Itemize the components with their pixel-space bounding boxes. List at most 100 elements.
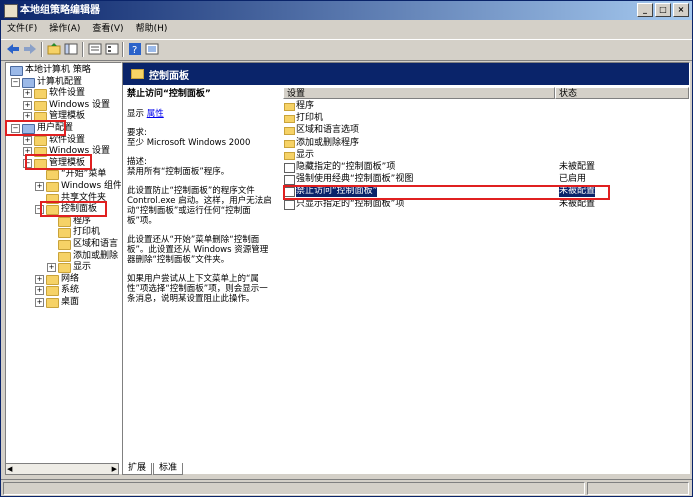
details-header-title: 控制面板 bbox=[149, 71, 189, 82]
folder-icon bbox=[284, 151, 295, 160]
highlight-user-config bbox=[5, 120, 66, 136]
settings-list: 设置 状态 程序 打印机 区域和语言选项 添加或删除程序 显示隐藏指定的“控制面板”项 未… bbox=[283, 87, 689, 473]
folder-icon bbox=[284, 139, 295, 148]
expand-icon[interactable]: + bbox=[23, 89, 32, 99]
help-icon[interactable]: ? bbox=[128, 43, 142, 56]
expand-icon[interactable]: + bbox=[35, 274, 44, 284]
list-item[interactable]: 打印机 bbox=[283, 112, 689, 124]
folder-icon bbox=[58, 240, 71, 250]
menu-bar: 文件(F) 操作(A) 查看(V) 帮助(H) bbox=[1, 21, 692, 38]
collapse-icon[interactable]: − bbox=[11, 77, 20, 87]
gpedit-window: 本地组策略编辑器 _ □ × 文件(F) 操作(A) 查看(V) 帮助(H) ?… bbox=[0, 0, 693, 497]
tree-item-label: 系统 bbox=[61, 285, 80, 296]
column-header-state[interactable]: 状态 bbox=[555, 87, 689, 99]
expand-icon[interactable]: + bbox=[35, 182, 44, 191]
list-item-state: 未被配置 bbox=[559, 162, 596, 172]
details-header: 控制面板 bbox=[123, 63, 689, 85]
tree-item[interactable]: + 网络 bbox=[6, 273, 121, 285]
tree-item[interactable]: 打印机 bbox=[6, 226, 121, 239]
tree-item[interactable]: + Windows 设置 bbox=[6, 99, 121, 111]
tree-item[interactable]: + 系统 bbox=[6, 284, 121, 297]
tree-item-label: 区域和语言 bbox=[73, 239, 119, 249]
scroll-left-icon[interactable]: ◀ bbox=[7, 465, 12, 473]
folder-icon bbox=[284, 103, 295, 111]
list-item-name: 隐藏指定的“控制面板”项 bbox=[296, 162, 396, 172]
description-para-3: 如果用户尝试从上下文菜单上的“属性”项选择“控制面板”项，则会显示一条消息，说明… bbox=[127, 274, 268, 304]
status-cell-main bbox=[3, 482, 585, 495]
tree-item[interactable]: + 桌面 bbox=[6, 296, 121, 308]
expand-icon[interactable]: + bbox=[35, 286, 44, 296]
list-item[interactable]: 区域和语言选项 bbox=[283, 124, 689, 136]
list-item-name: 区域和语言选项 bbox=[296, 125, 360, 136]
folder-icon bbox=[46, 182, 59, 192]
folder-icon bbox=[58, 263, 71, 274]
menu-view[interactable]: 查看(V) bbox=[86, 21, 129, 38]
tree-item-label: 网络 bbox=[61, 273, 80, 284]
folder-icon bbox=[46, 298, 59, 308]
column-header-setting[interactable]: 设置 bbox=[283, 87, 555, 99]
window-title: 本地组策略编辑器 bbox=[20, 5, 100, 16]
app-icon bbox=[4, 4, 18, 18]
list-item-name: 显示 bbox=[296, 149, 315, 160]
folder-icon bbox=[58, 228, 71, 239]
svg-text:?: ? bbox=[132, 45, 137, 55]
up-folder-icon[interactable] bbox=[47, 43, 61, 55]
close-button[interactable]: × bbox=[673, 3, 689, 17]
forward-arrow-icon[interactable] bbox=[23, 43, 37, 55]
expand-icon[interactable]: + bbox=[23, 100, 32, 110]
list-item[interactable]: 隐藏指定的“控制面板”项 未被配置 bbox=[283, 161, 689, 173]
tree-item-label: 软件设置 bbox=[49, 88, 86, 99]
list-item[interactable]: 添加或删除程序 bbox=[283, 137, 689, 149]
list-item-name: 强制使用经典“控制面板”视图 bbox=[296, 174, 414, 185]
tree-item[interactable]: − 计算机配置 bbox=[6, 76, 121, 88]
folder-icon bbox=[46, 170, 59, 181]
tree-item[interactable]: + 软件设置 bbox=[6, 87, 121, 100]
folder-icon bbox=[22, 77, 35, 88]
tree-item-label: 计算机配置 bbox=[37, 76, 83, 87]
tree-item-label: 显示 bbox=[73, 262, 92, 273]
status-cell-right bbox=[587, 482, 689, 495]
list-item[interactable]: 程序 bbox=[283, 100, 689, 112]
maximize-button[interactable]: □ bbox=[655, 3, 671, 17]
filter-view-icon[interactable] bbox=[145, 43, 159, 55]
list-item[interactable]: 显示 bbox=[283, 149, 689, 161]
folder-icon bbox=[284, 127, 295, 136]
tree-item[interactable]: 添加或删除 bbox=[6, 250, 121, 262]
toolbar: ? bbox=[1, 39, 692, 61]
tab-extended[interactable]: 扩展 bbox=[122, 463, 152, 475]
expand-icon[interactable]: + bbox=[35, 298, 44, 307]
tree-item-label: 打印机 bbox=[73, 227, 101, 238]
tab-standard[interactable]: 标准 bbox=[153, 463, 183, 475]
tree-item[interactable]: 区域和语言 bbox=[6, 238, 121, 250]
list-item-name: 程序 bbox=[296, 101, 315, 111]
title-bar[interactable]: 本地组策略编辑器 _ □ × bbox=[1, 1, 692, 20]
list-item[interactable]: 强制使用经典“控制面板”视图 已启用 bbox=[283, 173, 689, 186]
list-item-state: 已启用 bbox=[559, 174, 587, 185]
folder-icon bbox=[34, 135, 47, 146]
details-pane: 控制面板 禁止访问“控制面板” 显示 属性 要求: 至少 Microsoft Wi… bbox=[122, 62, 690, 474]
show-hide-tree-icon[interactable] bbox=[64, 43, 78, 55]
extended-description: 禁止访问“控制面板” 显示 属性 要求: 至少 Microsoft Windows… bbox=[127, 89, 275, 313]
properties-link[interactable]: 属性 bbox=[147, 109, 164, 119]
expand-icon[interactable]: + bbox=[47, 263, 56, 273]
tree-item[interactable]: 本地计算机 策略 bbox=[6, 64, 121, 76]
tree-horizontal-scrollbar[interactable]: ◀ ▶ bbox=[5, 463, 119, 475]
export-list-icon[interactable] bbox=[88, 43, 102, 55]
menu-action[interactable]: 操作(A) bbox=[43, 21, 86, 38]
menu-file[interactable]: 文件(F) bbox=[1, 21, 43, 38]
tree-item[interactable]: + Windows 组件 bbox=[6, 180, 121, 192]
minimize-button[interactable]: _ bbox=[637, 3, 653, 17]
back-arrow-icon[interactable] bbox=[6, 43, 20, 55]
description-para-2: 此设置还从“开始”菜单删除“控制面板”。此设置还从 Windows 资源管理器删… bbox=[127, 235, 269, 265]
requirements-label: 要求: bbox=[127, 128, 147, 138]
expand-icon[interactable]: + bbox=[23, 135, 32, 145]
menu-help[interactable]: 帮助(H) bbox=[130, 21, 174, 38]
scroll-right-icon[interactable]: ▶ bbox=[112, 465, 117, 473]
tree-item[interactable]: + 显示 bbox=[6, 261, 121, 274]
folder-icon bbox=[46, 274, 59, 285]
tree-item-label: 添加或删除 bbox=[73, 250, 119, 261]
folder-icon bbox=[34, 100, 47, 111]
tree-item[interactable]: “开始”菜单 bbox=[6, 168, 121, 181]
properties-icon[interactable] bbox=[105, 43, 119, 55]
folder-icon bbox=[34, 89, 47, 100]
